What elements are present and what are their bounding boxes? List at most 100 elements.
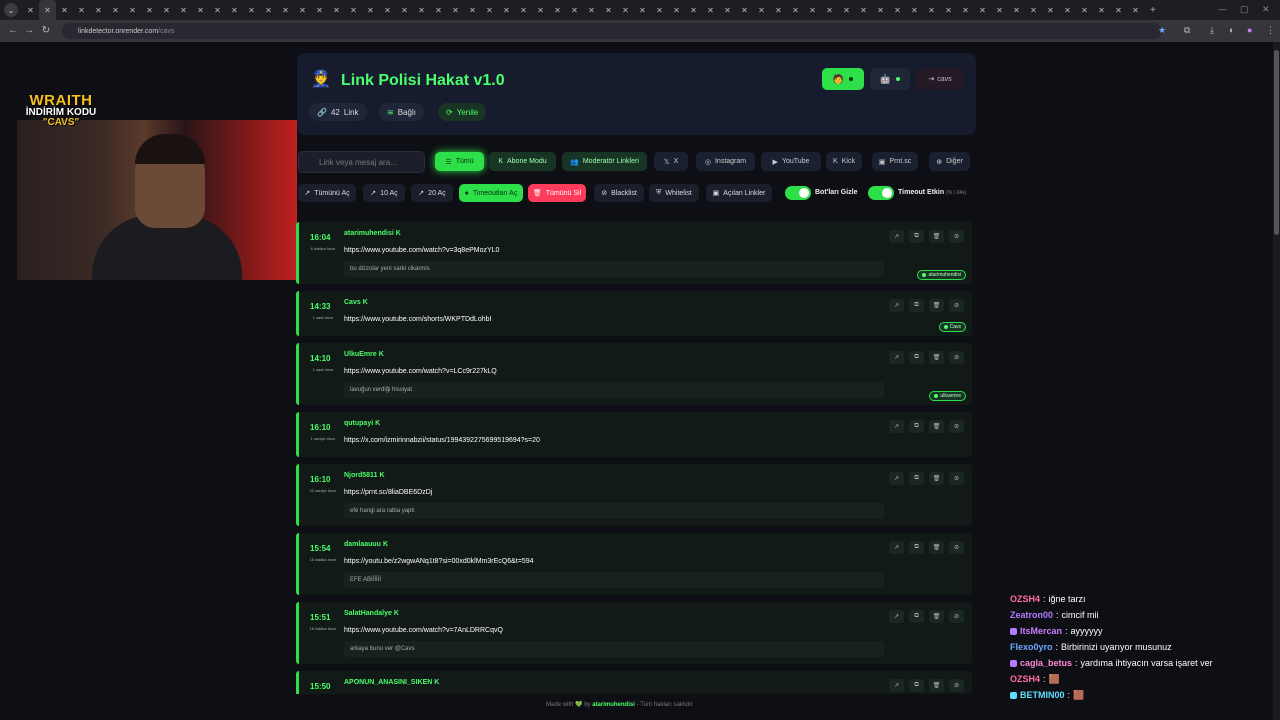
link-user[interactable]: Cavs K bbox=[344, 299, 368, 306]
action-6[interactable]: ⊘ Blacklist bbox=[594, 184, 644, 202]
browser-tab[interactable]: ✕ bbox=[1042, 0, 1059, 20]
hide-bots-toggle[interactable] bbox=[785, 186, 811, 200]
browser-tab[interactable]: ✕ bbox=[56, 0, 73, 20]
browser-tab[interactable]: ✕ bbox=[872, 0, 889, 20]
browser-tab[interactable]: ✕ bbox=[940, 0, 957, 20]
extensions-icon[interactable]: ⧉ bbox=[1184, 25, 1190, 36]
browser-tab[interactable]: ✕ bbox=[311, 0, 328, 20]
browser-tab[interactable]: ✕ bbox=[549, 0, 566, 20]
browser-tab[interactable]: ✕ bbox=[175, 0, 192, 20]
filter-di-er[interactable]: ⊕ Diğer bbox=[929, 152, 970, 171]
copy-icon[interactable]: ⧉ bbox=[909, 541, 924, 554]
delete-icon[interactable]: 🗑 bbox=[929, 299, 944, 312]
new-tab-icon[interactable]: + bbox=[1150, 5, 1156, 16]
filter-t-m-[interactable]: ☰ Tümü bbox=[435, 152, 484, 171]
ban-icon[interactable]: ⊘ bbox=[949, 472, 964, 485]
ban-icon[interactable]: ⊘ bbox=[949, 351, 964, 364]
ban-icon[interactable]: ⊘ bbox=[949, 541, 964, 554]
browser-tab[interactable]: ✕ bbox=[566, 0, 583, 20]
copy-icon[interactable]: ⧉ bbox=[909, 351, 924, 364]
close-window-icon[interactable]: ✕ bbox=[1262, 4, 1270, 15]
action-5[interactable]: 🗑 Tümünü Sil bbox=[528, 184, 586, 202]
open-link-icon[interactable]: ↗ bbox=[889, 472, 904, 485]
delete-icon[interactable]: 🗑 bbox=[929, 351, 944, 364]
delete-icon[interactable]: 🗑 bbox=[929, 679, 944, 692]
action-2[interactable]: ↗ 10 Aç bbox=[363, 184, 405, 202]
browser-tab[interactable]: ✕ bbox=[855, 0, 872, 20]
open-link-icon[interactable]: ↗ bbox=[889, 541, 904, 554]
browser-tab[interactable]: ✕ bbox=[804, 0, 821, 20]
action-4[interactable]: ● Timeoutları Aç bbox=[459, 184, 523, 202]
open-link-icon[interactable]: ↗ bbox=[889, 679, 904, 692]
scrollbar[interactable] bbox=[1273, 42, 1280, 720]
browser-tab[interactable]: ✕ bbox=[345, 0, 362, 20]
copy-icon[interactable]: ⧉ bbox=[909, 610, 924, 623]
link-url[interactable]: https://www.youtube.com/shorts/WKPTDdLoh… bbox=[344, 316, 491, 323]
forward-icon[interactable]: → bbox=[20, 25, 38, 36]
browser-tab[interactable]: ✕ bbox=[294, 0, 311, 20]
delete-icon[interactable]: 🗑 bbox=[929, 541, 944, 554]
delete-icon[interactable]: 🗑 bbox=[929, 472, 944, 485]
filter-prnt-sc[interactable]: ▣ Prnt.sc bbox=[872, 152, 918, 171]
browser-tab[interactable]: ✕ bbox=[1059, 0, 1076, 20]
browser-tab[interactable]: ✕ bbox=[141, 0, 158, 20]
profile-icon[interactable]: ◐ bbox=[1229, 25, 1234, 35]
chat-username[interactable]: cagla_betus bbox=[1020, 658, 1072, 668]
open-link-icon[interactable]: ↗ bbox=[889, 299, 904, 312]
chat-username[interactable]: Zeatron00 bbox=[1010, 610, 1053, 620]
browser-tab[interactable]: ✕ bbox=[22, 0, 39, 20]
action-7[interactable]: ⛨ Whitelist bbox=[649, 184, 699, 202]
filter-instagram[interactable]: ◎ Instagram bbox=[696, 152, 755, 171]
scrollbar-thumb[interactable] bbox=[1274, 50, 1279, 235]
browser-tab[interactable]: ✕ bbox=[719, 0, 736, 20]
delete-icon[interactable]: 🗑 bbox=[929, 230, 944, 243]
ban-icon[interactable]: ⊘ bbox=[949, 230, 964, 243]
browser-tab[interactable]: ✕ bbox=[702, 0, 719, 20]
browser-tab[interactable]: ✕ bbox=[787, 0, 804, 20]
ban-icon[interactable]: ⊘ bbox=[949, 679, 964, 692]
browser-tab[interactable]: ✕ bbox=[532, 0, 549, 20]
browser-tab[interactable]: ✕ bbox=[770, 0, 787, 20]
browser-tab[interactable]: ✕ bbox=[685, 0, 702, 20]
browser-tab[interactable]: ✕ bbox=[1127, 0, 1144, 20]
chat-username[interactable]: BETMIN00 bbox=[1020, 690, 1065, 700]
browser-tab[interactable]: ✕ bbox=[413, 0, 430, 20]
logout-button[interactable]: ⇥ cavs bbox=[916, 68, 964, 90]
browser-tab[interactable]: ✕ bbox=[600, 0, 617, 20]
chat-username[interactable]: ItsMercan bbox=[1020, 626, 1062, 636]
browser-tab[interactable]: ✕ bbox=[991, 0, 1008, 20]
browser-tab[interactable]: ✕ bbox=[158, 0, 175, 20]
browser-tab[interactable]: ✕ bbox=[668, 0, 685, 20]
browser-tab[interactable]: ✕ bbox=[124, 0, 141, 20]
browser-tab[interactable]: ✕ bbox=[1093, 0, 1110, 20]
browser-tab[interactable]: ✕ bbox=[464, 0, 481, 20]
refresh-button[interactable]: ⟳ Yenile bbox=[438, 103, 487, 121]
action-8[interactable]: ▣ Açılan Linkler bbox=[706, 184, 772, 202]
browser-tab[interactable]: ✕ bbox=[515, 0, 532, 20]
filter-youtube[interactable]: ▶ YouTube bbox=[761, 152, 821, 171]
browser-tab[interactable]: ✕ bbox=[651, 0, 668, 20]
link-user[interactable]: SalatHandalye K bbox=[344, 610, 399, 617]
browser-tab[interactable]: ✕ bbox=[90, 0, 107, 20]
avatar-button[interactable]: 🧑 bbox=[822, 68, 864, 90]
reload-icon[interactable]: ↻ bbox=[37, 25, 55, 36]
filter-kick[interactable]: K Kick bbox=[826, 152, 862, 171]
copy-icon[interactable]: ⧉ bbox=[909, 230, 924, 243]
browser-tab[interactable]: ✕ bbox=[396, 0, 413, 20]
action-1[interactable]: ↗ Tümünü Aç bbox=[298, 184, 356, 202]
browser-tab[interactable]: ✕ bbox=[73, 0, 90, 20]
copy-icon[interactable]: ⧉ bbox=[909, 679, 924, 692]
browser-tab[interactable]: ✕ bbox=[889, 0, 906, 20]
browser-tab[interactable]: ✕ bbox=[430, 0, 447, 20]
browser-tab[interactable]: ✕ bbox=[447, 0, 464, 20]
browser-tab[interactable]: ✕ bbox=[226, 0, 243, 20]
browser-tab[interactable]: ✕ bbox=[838, 0, 855, 20]
bot-button[interactable]: 🤖 bbox=[870, 68, 910, 90]
browser-tab[interactable]: ✕ bbox=[753, 0, 770, 20]
browser-tab[interactable]: ✕ bbox=[209, 0, 226, 20]
browser-tab[interactable]: ✕ bbox=[379, 0, 396, 20]
link-user[interactable]: Njord5811 K bbox=[344, 472, 385, 479]
link-url[interactable]: https://youtu.be/z2wgwANq1t8?si=00xd0klM… bbox=[344, 558, 534, 565]
browser-tab[interactable]: ✕ bbox=[107, 0, 124, 20]
browser-tab[interactable]: ✕ bbox=[260, 0, 277, 20]
